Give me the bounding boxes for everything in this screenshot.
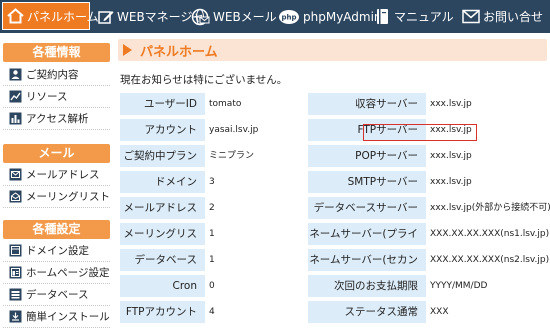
info-label: FTPアカウント: [120, 301, 205, 323]
info-value: ミニプラン: [209, 151, 255, 161]
contract-icon: [9, 68, 22, 81]
sidebar-item-database[interactable]: データベース: [3, 284, 110, 306]
sidebar-header-info: 各種情報: [3, 43, 110, 62]
info-label: ご契約中プラン: [120, 145, 205, 167]
sidebar-item-easy-install[interactable]: 簡単インストール: [3, 306, 110, 328]
page-title-bar: パネルホーム: [118, 39, 547, 61]
title-arrow-icon: [123, 44, 132, 56]
nav-label: phpMyAdmin: [303, 9, 382, 24]
mailing-list-icon: [9, 190, 22, 203]
sidebar-item-label: ホームページ設定: [26, 267, 110, 279]
info-label: データベースサーバー: [308, 197, 426, 219]
mail-icon: [9, 168, 22, 181]
info-value: XXX.XX.XX.XXX(ns2.lsv.jp): [430, 255, 550, 265]
edit-icon: [98, 9, 114, 25]
info-label: Cron: [120, 275, 205, 297]
database-icon: [9, 288, 22, 301]
info-row: メールアドレス 2 データベースサーバー xxx.lsv.jp(外部から接続不可…: [118, 197, 550, 219]
nav-label: パネルホーム: [27, 9, 99, 24]
info-row: ユーザーID tomato 収容サーバー xxx.lsv.jp: [118, 93, 550, 115]
book-icon: [375, 8, 391, 25]
info-value: YYYY/MM/DD: [430, 281, 488, 291]
info-row: データベース 1 ネームサーバー(セカンダリ) XXX.XX.XX.XXX(ns…: [118, 249, 550, 288]
nav-label: お問い合せ: [483, 10, 544, 24]
sidebar-item-mail-address[interactable]: メールアドレス: [3, 164, 110, 186]
info-value: 0: [209, 281, 215, 291]
sidebar-item-domain-settings[interactable]: ドメイン設定: [3, 240, 110, 262]
info-row: アカウント yasai.lsv.jp FTPサーバー xxx.lsv.jp: [118, 119, 550, 141]
nav-label: マニュアル: [394, 10, 454, 24]
info-label: ユーザーID: [120, 93, 205, 115]
sidebar-header-settings: 各種設定: [3, 220, 110, 239]
info-value: xxx.lsv.jp: [430, 151, 472, 161]
info-row: Cron 0 次回のお支払期限 YYYY/MM/DD: [118, 275, 550, 297]
sidebar-item-label: メーリングリスト: [26, 191, 110, 203]
nav-phpmyadmin[interactable]: php phpMyAdmin: [278, 0, 382, 33]
notice-text: 現在お知らせは特にございません。: [120, 74, 288, 86]
sidebar-item-label: ドメイン設定: [26, 245, 89, 257]
sidebar-item-label: アクセス解析: [26, 113, 89, 125]
info-row: ご契約中プラン ミニプラン POPサーバー xxx.lsv.jp: [118, 145, 550, 167]
nav-manual[interactable]: マニュアル: [375, 0, 454, 33]
info-label: メーリングリスト: [120, 223, 205, 262]
info-value: 1: [209, 229, 215, 239]
nav-label: WEBメール: [213, 10, 277, 24]
info-value: 3: [209, 177, 215, 187]
top-navigation: パネルホーム WEBマネージャ WEBメール php phpMyAdmin マニ…: [0, 0, 550, 33]
info-row: ドメイン 3 SMTPサーバー xxx.lsv.jp: [118, 171, 550, 193]
info-row: FTPアカウント 4 ステータス通常 XXX: [118, 301, 550, 323]
sidebar-item-mailing-list[interactable]: メーリングリスト: [3, 186, 110, 208]
sidebar-item-label: リソース: [26, 91, 68, 103]
info-label: 次回のお支払期限: [308, 275, 426, 297]
nav-panel-home[interactable]: パネルホーム: [2, 2, 99, 30]
info-label: POPサーバー: [308, 145, 426, 167]
info-row: メーリングリスト 1 ネームサーバー(プライマリ) XXX.XX.XX.XXX(…: [118, 223, 550, 262]
line-chart-icon: [9, 90, 22, 103]
info-value: xxx.lsv.jp: [430, 99, 472, 109]
sidebar-item-label: データベース: [26, 289, 89, 301]
ftp-server-highlight: [363, 124, 477, 141]
bar-chart-icon: [9, 112, 22, 125]
homepage-icon: [9, 266, 22, 279]
home-icon: [7, 8, 24, 24]
svg-text:php: php: [281, 13, 296, 21]
sidebar-item-resource[interactable]: リソース: [3, 86, 110, 108]
info-label: メールアドレス: [120, 197, 205, 219]
info-label: ステータス通常: [308, 301, 426, 323]
info-label: ドメイン: [120, 171, 205, 193]
globe-mail-icon: [190, 8, 210, 26]
sidebar: 各種情報 ご契約内容 リソース アクセス解析 メール メールアドレス メーリング…: [0, 33, 112, 328]
info-label: アカウント: [120, 119, 205, 141]
info-value: 1: [209, 255, 215, 265]
info-value: xxx.lsv.jp: [430, 177, 472, 187]
info-value: 2: [209, 203, 215, 213]
info-value: xxx.lsv.jp(外部から接続不可): [430, 203, 550, 213]
nav-webmail[interactable]: WEBメール: [190, 0, 277, 33]
sidebar-item-contract[interactable]: ご契約内容: [3, 64, 110, 86]
info-value: 4: [209, 307, 215, 317]
info-label: ネームサーバー(セカンダリ): [308, 249, 426, 288]
sidebar-item-access-analysis[interactable]: アクセス解析: [3, 108, 110, 130]
sidebar-item-label: 簡単インストール: [26, 311, 110, 323]
php-icon: php: [278, 8, 300, 26]
nav-web-manager[interactable]: WEBマネージャ: [98, 0, 204, 33]
envelope-icon: [462, 9, 480, 24]
page-title: パネルホーム: [140, 45, 218, 60]
sidebar-item-label: メールアドレス: [26, 169, 100, 181]
main-content: パネルホーム 現在お知らせは特にございません。 ユーザーID tomato 収容…: [118, 33, 550, 328]
info-value: tomato: [209, 99, 242, 109]
info-label: 収容サーバー: [308, 93, 426, 115]
sidebar-item-label: ご契約内容: [26, 69, 79, 81]
info-label: データベース: [120, 249, 205, 271]
info-value: XXX: [430, 307, 449, 317]
info-label: SMTPサーバー: [308, 171, 426, 193]
nav-contact[interactable]: お問い合せ: [462, 0, 543, 33]
domain-icon: [9, 244, 22, 257]
info-value: yasai.lsv.jp: [209, 125, 259, 135]
info-label: ネームサーバー(プライマリ): [308, 223, 426, 262]
install-icon: [9, 310, 22, 323]
sidebar-header-mail: メール: [3, 144, 110, 163]
sidebar-item-homepage-settings[interactable]: ホームページ設定: [3, 262, 110, 284]
info-value: XXX.XX.XX.XXX(ns1.lsv.jp): [430, 229, 550, 239]
